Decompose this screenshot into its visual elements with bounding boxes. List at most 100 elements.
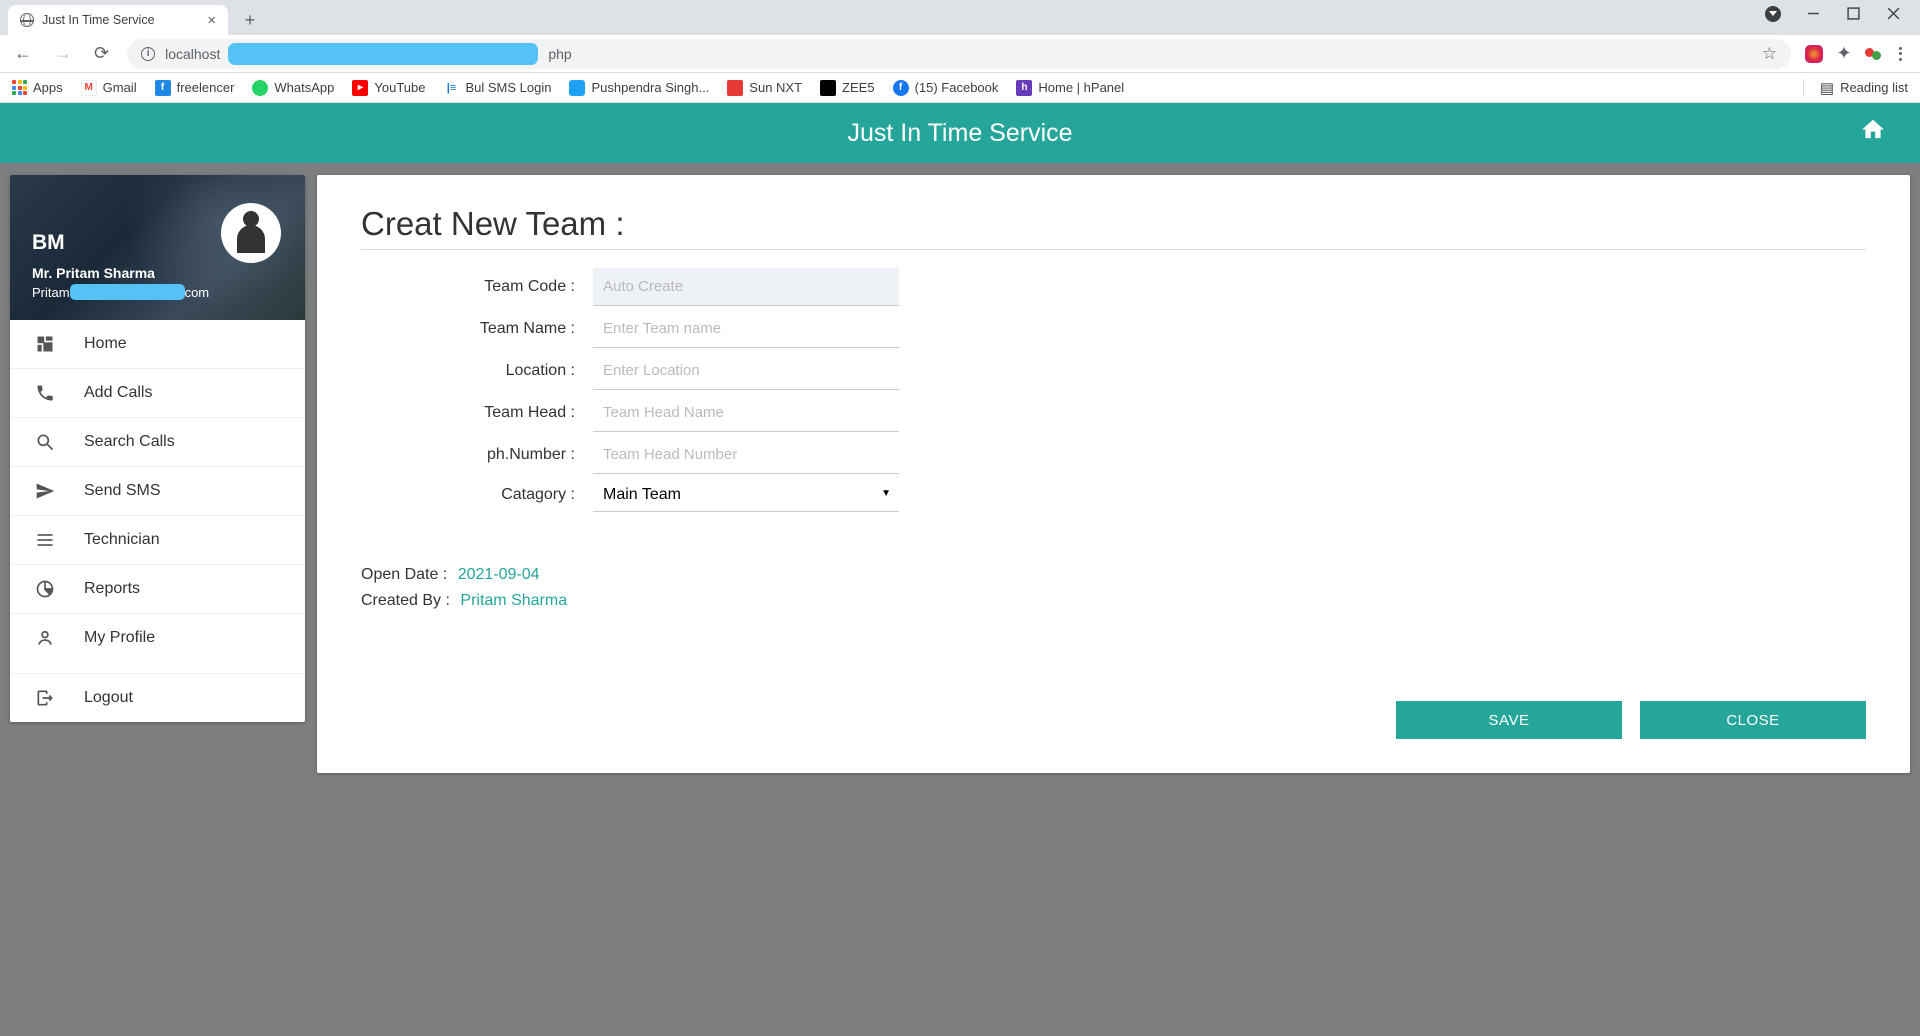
hpanel-icon: h bbox=[1016, 80, 1032, 96]
tab-title: Just In Time Service bbox=[42, 13, 155, 27]
form-meta: Open Date : 2021-09-04 Created By : Prit… bbox=[361, 566, 1866, 610]
row-phone: ph.Number : bbox=[361, 436, 1866, 474]
menu-technician[interactable]: Technician bbox=[10, 516, 305, 565]
list-icon bbox=[34, 529, 56, 551]
gmail-icon: M bbox=[81, 80, 97, 96]
browser-tab-strip: Just In Time Service × + bbox=[0, 0, 1920, 35]
url-path-suffix: php bbox=[548, 46, 571, 62]
created-by-value: Pritam Sharma bbox=[460, 592, 567, 609]
bm-zee5[interactable]: ZEE5 bbox=[820, 80, 875, 96]
row-category: Catagory : Main Team bbox=[361, 478, 1866, 512]
close-window-icon[interactable] bbox=[1880, 1, 1906, 27]
window-controls bbox=[1746, 0, 1920, 31]
sunnxt-icon bbox=[727, 80, 743, 96]
new-tab-button[interactable]: + bbox=[236, 6, 264, 34]
meta-created-by: Created By : Pritam Sharma bbox=[361, 592, 1866, 610]
url-host: localhost bbox=[165, 46, 220, 62]
back-icon[interactable]: ← bbox=[10, 41, 36, 66]
globe-icon bbox=[20, 13, 34, 27]
home-icon[interactable] bbox=[1860, 117, 1886, 150]
row-team-head: Team Head : bbox=[361, 394, 1866, 432]
facebook-icon: f bbox=[893, 80, 909, 96]
meta-open-date: Open Date : 2021-09-04 bbox=[361, 566, 1866, 584]
email-redacted bbox=[70, 284, 185, 300]
bookmark-star-icon[interactable]: ☆ bbox=[1762, 44, 1777, 64]
category-select[interactable]: Main Team bbox=[593, 478, 899, 512]
browser-toolbar: ← → ⟳ i localhost php ☆ ✦ bbox=[0, 35, 1920, 73]
label-team-code: Team Code : bbox=[361, 278, 593, 296]
logout-icon bbox=[34, 687, 56, 709]
whatsapp-icon bbox=[252, 80, 268, 96]
url-redacted bbox=[228, 43, 538, 65]
menu-divider bbox=[10, 662, 305, 674]
address-bar[interactable]: i localhost php ☆ bbox=[127, 39, 1791, 69]
location-input[interactable] bbox=[593, 352, 899, 390]
browser-menu-icon[interactable] bbox=[1895, 43, 1906, 65]
dashboard-icon bbox=[34, 333, 56, 355]
extensions-icon[interactable]: ✦ bbox=[1835, 45, 1853, 63]
send-icon bbox=[34, 480, 56, 502]
open-date-value: 2021-09-04 bbox=[458, 566, 540, 583]
close-button[interactable]: CLOSE bbox=[1640, 701, 1866, 739]
instagram-ext-icon[interactable] bbox=[1805, 45, 1823, 63]
user-name: Mr. Pritam Sharma bbox=[32, 265, 283, 281]
bm-facebook[interactable]: f(15) Facebook bbox=[893, 80, 999, 96]
bm-freelencer[interactable]: ffreelencer bbox=[155, 80, 235, 96]
reload-icon[interactable]: ⟳ bbox=[90, 41, 113, 66]
main-panel: Creat New Team : Team Code : Team Name :… bbox=[317, 175, 1910, 773]
label-team-name: Team Name : bbox=[361, 320, 593, 338]
label-category: Catagory : bbox=[361, 486, 593, 504]
bm-youtube[interactable]: ▸YouTube bbox=[352, 80, 425, 96]
menu-home[interactable]: Home bbox=[10, 320, 305, 369]
forward-icon: → bbox=[50, 41, 76, 66]
zee5-icon bbox=[820, 80, 836, 96]
user-role: BM bbox=[32, 231, 283, 255]
bm-gmail[interactable]: MGmail bbox=[81, 80, 137, 96]
menu-logout[interactable]: Logout bbox=[10, 674, 305, 722]
row-team-name: Team Name : bbox=[361, 310, 1866, 348]
maximize-icon[interactable] bbox=[1840, 1, 1866, 27]
row-team-code: Team Code : bbox=[361, 268, 1866, 306]
app-title: Just In Time Service bbox=[847, 119, 1072, 148]
profile-card: BM Mr. Pritam Sharma Pritamcom bbox=[10, 175, 305, 320]
apps-icon bbox=[12, 80, 27, 95]
bookmarks-bar: Apps MGmail ffreelencer WhatsApp ▸YouTub… bbox=[0, 73, 1920, 103]
bm-sunnxt[interactable]: Sun NXT bbox=[727, 80, 802, 96]
phone-icon bbox=[34, 382, 56, 404]
site-info-icon[interactable]: i bbox=[141, 47, 155, 61]
bulsms-icon: |≡ bbox=[443, 80, 459, 96]
menu-add-calls[interactable]: Add Calls bbox=[10, 369, 305, 418]
team-head-input[interactable] bbox=[593, 394, 899, 432]
ext-icon-misc[interactable] bbox=[1865, 45, 1883, 63]
youtube-icon: ▸ bbox=[352, 80, 368, 96]
save-button[interactable]: SAVE bbox=[1396, 701, 1622, 739]
close-tab-icon[interactable]: × bbox=[207, 12, 216, 29]
bm-hpanel[interactable]: hHome | hPanel bbox=[1016, 80, 1124, 96]
content-area: BM Mr. Pritam Sharma Pritamcom Home Add … bbox=[0, 163, 1920, 1036]
phone-input[interactable] bbox=[593, 436, 899, 474]
label-location: Location : bbox=[361, 362, 593, 380]
browser-tab[interactable]: Just In Time Service × bbox=[8, 5, 228, 35]
team-code-input bbox=[593, 268, 899, 306]
minimize-icon[interactable] bbox=[1800, 1, 1826, 27]
team-name-input[interactable] bbox=[593, 310, 899, 348]
page-title: Creat New Team : bbox=[361, 205, 1866, 250]
reading-list-button[interactable]: ▤Reading list bbox=[1803, 79, 1908, 97]
row-location: Location : bbox=[361, 352, 1866, 390]
label-team-head: Team Head : bbox=[361, 404, 593, 422]
sidebar-menu-footer: Logout bbox=[10, 674, 305, 722]
menu-search-calls[interactable]: Search Calls bbox=[10, 418, 305, 467]
sidebar-menu: Home Add Calls Search Calls Send SMS Tec… bbox=[10, 320, 305, 662]
menu-my-profile[interactable]: My Profile bbox=[10, 614, 305, 662]
bm-apps[interactable]: Apps bbox=[12, 80, 63, 95]
form-actions: SAVE CLOSE bbox=[1396, 701, 1866, 739]
bm-bulsms[interactable]: |≡Bul SMS Login bbox=[443, 80, 551, 96]
bm-pushpendra[interactable]: Pushpendra Singh... bbox=[569, 80, 709, 96]
freelencer-icon: f bbox=[155, 80, 171, 96]
menu-reports[interactable]: Reports bbox=[10, 565, 305, 614]
user-email: Pritamcom bbox=[32, 284, 283, 300]
bm-whatsapp[interactable]: WhatsApp bbox=[252, 80, 334, 96]
sidebar: BM Mr. Pritam Sharma Pritamcom Home Add … bbox=[10, 175, 305, 722]
menu-send-sms[interactable]: Send SMS bbox=[10, 467, 305, 516]
profile-icon[interactable] bbox=[1760, 1, 1786, 27]
